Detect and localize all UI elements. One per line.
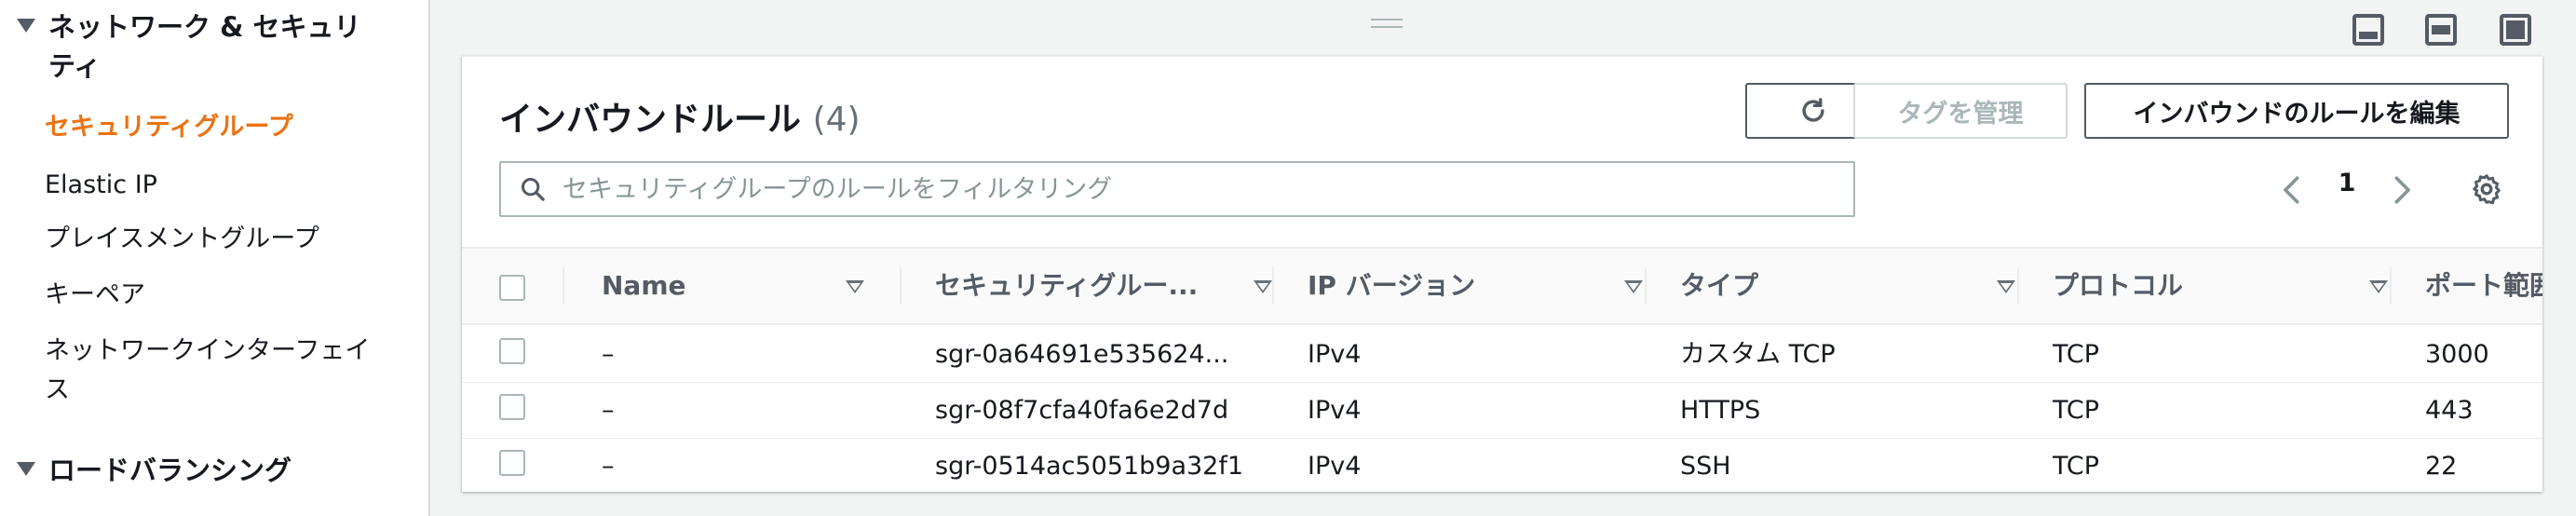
column-header-label: ポート範囲 (2425, 270, 2542, 301)
chevron-left-icon[interactable] (2278, 174, 2306, 206)
column-separator[interactable] (1645, 267, 1647, 305)
rule-count: (4) (812, 101, 861, 139)
split-view-bottom-icon[interactable] (2352, 14, 2384, 46)
cell-protocol: TCP (2053, 396, 2100, 425)
sort-icon (1624, 280, 1643, 293)
sidebar-section-label: ロードバランシング (48, 455, 292, 486)
search-input[interactable] (563, 167, 1838, 211)
search-icon (521, 177, 545, 201)
table-header: Name セキュリティグルー... IP バージョン タイプ プロトコル ポート… (462, 247, 2542, 325)
cell-protocol: TCP (2053, 340, 2100, 369)
row-checkbox[interactable] (499, 338, 525, 364)
cell-name: – (602, 396, 615, 425)
table-row[interactable]: – sgr-08f7cfa40fa6e2d7d IPv4 HTTPS TCP 4… (462, 383, 2542, 439)
cell-security-group-rule-id: sgr-0514ac5051b9a32f1 (935, 452, 1244, 481)
sidebar-section-label: ネットワーク & セキュリティ (48, 11, 361, 82)
sort-icon (846, 280, 864, 293)
cell-security-group-rule-id: sgr-0a64691e535624... (935, 340, 1229, 369)
sidebar: ネットワーク & セキュリティ セキュリティグループ Elastic IP プレ… (0, 0, 430, 516)
column-separator[interactable] (2017, 267, 2019, 305)
cell-port-range: 443 (2425, 396, 2474, 425)
column-header-ip-version[interactable]: IP バージョン (1308, 249, 1661, 323)
sidebar-item-security-groups[interactable]: セキュリティグループ (45, 108, 293, 147)
cell-type: SSH (1680, 452, 1731, 481)
cell-port-range: 3000 (2425, 340, 2489, 369)
column-header-security-group[interactable]: セキュリティグルー... (935, 249, 1289, 323)
cell-ip-version: IPv4 (1308, 396, 1362, 425)
table-row[interactable]: – sgr-0514ac5051b9a32f1 IPv4 SSH TCP 22 (462, 439, 2542, 495)
cell-type: カスタム TCP (1680, 340, 1836, 369)
cell-name: – (602, 340, 615, 369)
sort-icon (1254, 280, 1272, 293)
manage-tags-button[interactable]: タグを管理 (1853, 83, 2068, 139)
cell-security-group-rule-id: sgr-08f7cfa40fa6e2d7d (935, 396, 1229, 425)
column-header-protocol[interactable]: プロトコル (2053, 249, 2407, 323)
column-header-label: セキュリティグルー... (935, 270, 1199, 301)
rules-filter-search[interactable] (499, 161, 1855, 217)
current-page-number[interactable]: 1 (2334, 169, 2360, 197)
inbound-rules-panel: インバウンドルール (4) タグを管理 インバウンドのルールを編集 1 Name (462, 56, 2542, 492)
refresh-icon (1802, 98, 1824, 122)
split-view-full-icon[interactable] (2500, 14, 2531, 46)
sidebar-item-placement-groups[interactable]: プレイスメントグループ (45, 220, 319, 259)
cell-protocol: TCP (2053, 452, 2100, 481)
row-checkbox[interactable] (499, 450, 525, 476)
table-row[interactable]: – sgr-0a64691e535624... IPv4 カスタム TCP TC… (462, 327, 2542, 383)
sidebar-section-load-balancing[interactable]: ロードバランシング (17, 451, 291, 490)
cell-name: – (602, 452, 615, 481)
caret-down-icon (17, 462, 35, 476)
column-header-name[interactable]: Name (602, 249, 881, 323)
column-header-label: タイプ (1680, 270, 1759, 301)
gear-icon[interactable] (2470, 172, 2503, 206)
column-separator[interactable] (900, 267, 902, 305)
column-header-label: IP バージョン (1308, 270, 1476, 301)
select-all-checkbox[interactable] (499, 275, 525, 301)
panel-title-text: インバウンドルール (499, 101, 802, 139)
split-panel-drag-handle[interactable] (1371, 19, 1403, 28)
column-separator[interactable] (1272, 267, 1274, 305)
cell-ip-version: IPv4 (1308, 340, 1362, 369)
column-header-label: プロトコル (2053, 270, 2184, 301)
column-header-port-range[interactable]: ポート範囲 (2425, 249, 2542, 323)
sidebar-item-elastic-ip[interactable]: Elastic IP (45, 166, 157, 205)
sidebar-section-network[interactable]: ネットワーク & セキュリティ (17, 7, 408, 86)
cell-type: HTTPS (1680, 396, 1761, 425)
caret-down-icon (17, 19, 35, 33)
cell-port-range: 22 (2425, 452, 2458, 481)
column-separator (563, 267, 564, 305)
chevron-right-icon[interactable] (2388, 174, 2416, 206)
sort-icon (1997, 280, 2015, 293)
sidebar-item-key-pairs[interactable]: キーペア (45, 276, 145, 315)
edit-inbound-rules-button[interactable]: インバウンドのルールを編集 (2084, 83, 2509, 139)
sidebar-item-network-interfaces[interactable]: ネットワークインターフェイス (45, 332, 380, 410)
column-header-label: Name (602, 270, 686, 301)
cell-ip-version: IPv4 (1308, 452, 1362, 481)
column-separator[interactable] (2390, 267, 2392, 305)
panel-title: インバウンドルール (4) (499, 92, 861, 141)
sort-icon (2369, 280, 2388, 293)
split-view-middle-icon[interactable] (2425, 14, 2457, 46)
column-header-type[interactable]: タイプ (1680, 249, 2034, 323)
row-checkbox[interactable] (499, 394, 525, 420)
